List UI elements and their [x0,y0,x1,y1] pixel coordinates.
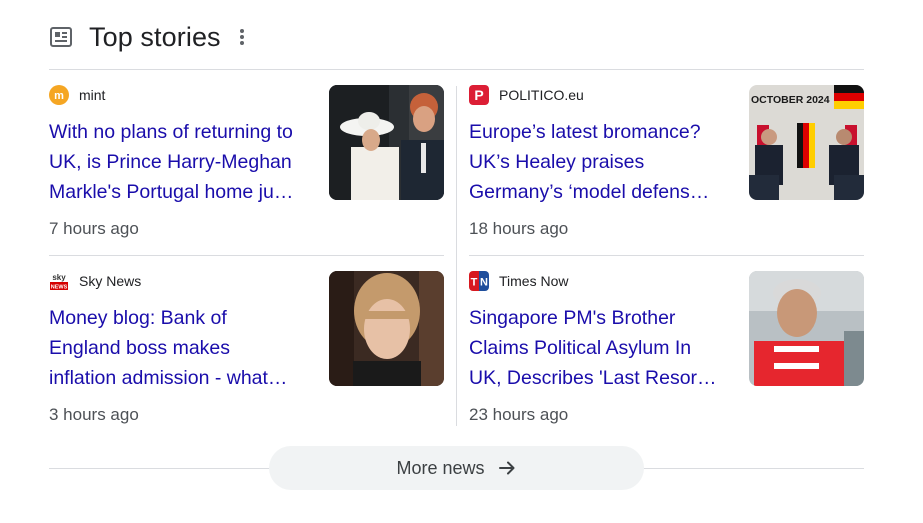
story-time: 3 hours ago [49,405,139,424]
story-thumbnail[interactable]: OCTOBER 2024 [749,85,864,200]
story-source: T N Times Now [469,271,569,291]
story-thumbnail[interactable] [329,85,444,200]
story-time: 7 hours ago [49,219,139,238]
story-time: 23 hours ago [469,405,569,424]
source-name: Times Now [499,273,569,289]
story-headline[interactable]: Money blog: Bank of England boss makes i… [49,303,307,393]
story-card-times-now[interactable]: T N Times Now Singapore PM's Brother Cla… [469,271,864,431]
svg-text:sky: sky [52,273,66,282]
more-news-label: More news [396,457,485,478]
sky-news-logo-icon: sky NEWS [49,271,69,291]
row-divider-left [49,255,444,256]
column-divider [456,86,457,426]
story-time: 18 hours ago [469,219,569,238]
story-source: sky NEWS Sky News [49,271,141,291]
mint-logo-icon: m [49,85,69,105]
svg-text:P: P [474,87,483,103]
source-name: Sky News [79,273,142,289]
svg-text:m: m [54,90,64,102]
story-thumbnail[interactable] [329,271,444,386]
arrow-right-icon [497,458,517,478]
story-headline[interactable]: Singapore PM's Brother Claims Political … [469,303,727,393]
row-divider-right [469,255,864,256]
svg-text:NEWS: NEWS [51,285,68,291]
source-name: mint [79,87,106,103]
newspaper-icon [50,26,72,48]
more-options-icon[interactable] [233,24,251,50]
story-headline[interactable]: With no plans of returning to UK, is Pri… [49,117,307,207]
more-news-button[interactable]: More news [269,446,644,490]
thumbnail-caption: OCTOBER 2024 [751,94,830,106]
story-source: P POLITICO.eu [469,85,584,105]
top-stories-header: Top stories [50,20,251,54]
story-headline[interactable]: Europe’s latest bromance? UK’s Healey pr… [469,117,727,207]
times-now-logo-icon: T N [469,271,489,291]
story-card-mint[interactable]: m mint With no plans of returning to UK,… [49,85,444,245]
section-title: Top stories [89,21,221,52]
source-name: POLITICO.eu [499,87,584,103]
svg-text:N: N [480,277,488,289]
story-source: m mint [49,85,105,105]
svg-text:T: T [471,277,478,289]
story-card-politico[interactable]: P POLITICO.eu Europe’s latest bromance? … [469,85,864,245]
story-thumbnail[interactable] [749,271,864,386]
politico-logo-icon: P [469,85,489,105]
story-card-sky-news[interactable]: sky NEWS Sky News Money blog: Bank of En… [49,271,444,431]
header-divider [49,69,864,70]
